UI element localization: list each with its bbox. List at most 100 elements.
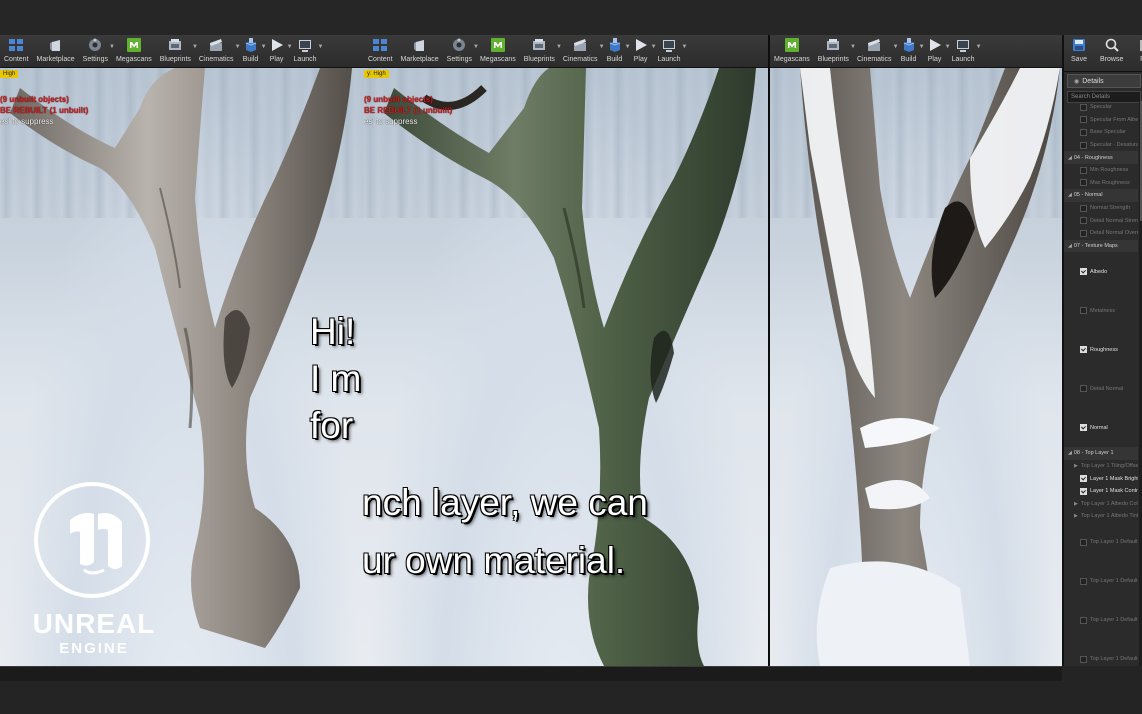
details-property[interactable]: Detail Normal Strength bbox=[1064, 214, 1138, 227]
details-property[interactable]: Specular bbox=[1064, 101, 1138, 114]
megascans-icon bbox=[783, 36, 801, 54]
override-checkbox[interactable] bbox=[1080, 268, 1087, 276]
override-checkbox[interactable] bbox=[1080, 475, 1087, 483]
content-button[interactable]: Content bbox=[364, 35, 397, 67]
details-category[interactable]: ◢ 07 - Texture Maps bbox=[1064, 239, 1138, 253]
details-category[interactable]: ◢ 05 - Normal bbox=[1064, 189, 1138, 202]
chevron-down-icon[interactable]: ▼ bbox=[976, 44, 982, 50]
details-property[interactable]: Detail Normal Override bbox=[1064, 227, 1138, 240]
play-button[interactable]: Play ▼ bbox=[628, 35, 657, 67]
details-property[interactable]: Top Layer 1 Default Normal bbox=[1064, 601, 1138, 640]
override-checkbox[interactable] bbox=[1080, 346, 1087, 354]
property-label: Layer 1 Mask Contrast bbox=[1090, 488, 1138, 495]
level-viewport[interactable] bbox=[770, 68, 1064, 666]
marketplace-label: Marketplace bbox=[400, 56, 439, 63]
play-label: Play bbox=[633, 56, 648, 63]
details-subgroup[interactable]: ▶ Top Layer 1 Tiling/Offset bbox=[1064, 460, 1138, 473]
content-button[interactable]: Content bbox=[0, 35, 33, 67]
save-button[interactable]: Save bbox=[1064, 35, 1094, 67]
save-icon bbox=[1070, 36, 1088, 54]
override-checkbox[interactable] bbox=[1080, 538, 1087, 546]
override-checkbox[interactable] bbox=[1080, 616, 1087, 624]
cinematics-button[interactable]: Cinematics ▼ bbox=[853, 35, 899, 67]
details-property[interactable]: Normal bbox=[1064, 408, 1138, 447]
override-checkbox[interactable] bbox=[1080, 116, 1087, 124]
blueprints-button[interactable]: Blueprints ▼ bbox=[814, 35, 856, 67]
logo-text-unreal: UNREAL bbox=[32, 608, 156, 639]
details-subgroup[interactable]: ▶ Top Layer 1 Albedo Tint bbox=[1064, 510, 1138, 523]
details-property[interactable]: Layer 1 Mask Brightness bbox=[1064, 472, 1138, 485]
property-label: Detail Normal Strength bbox=[1090, 217, 1138, 224]
subtitle-left: Hi! I m for bbox=[310, 308, 361, 449]
chevron-down-icon[interactable]: ▼ bbox=[682, 44, 688, 50]
details-property[interactable]: Metalness bbox=[1064, 291, 1138, 330]
details-property[interactable]: Top Layer 1 Default Albedo bbox=[1064, 523, 1138, 562]
marketplace-button[interactable]: Marketplace bbox=[33, 35, 79, 67]
build-button[interactable]: Build ▼ bbox=[238, 35, 267, 67]
override-checkbox[interactable] bbox=[1080, 229, 1087, 237]
paste-button[interactable]: Pa bbox=[1129, 35, 1142, 67]
details-property[interactable]: Normal Strength bbox=[1064, 202, 1138, 215]
play-button[interactable]: Play ▼ bbox=[264, 35, 293, 67]
megascans-button[interactable]: Megascans bbox=[476, 35, 520, 67]
override-checkbox[interactable] bbox=[1080, 166, 1087, 174]
details-property[interactable]: Min Roughness bbox=[1064, 164, 1138, 177]
override-checkbox[interactable] bbox=[1080, 128, 1087, 136]
launch-button[interactable]: Launch ▼ bbox=[654, 35, 688, 67]
collapse-arrow-icon: ▶ bbox=[1074, 500, 1078, 507]
cinematics-label: Cinematics bbox=[198, 56, 234, 63]
paste-icon bbox=[1135, 36, 1142, 54]
details-property[interactable]: Albedo bbox=[1064, 252, 1138, 291]
launch-button[interactable]: Launch ▼ bbox=[948, 35, 982, 67]
details-property[interactable]: Roughness bbox=[1064, 330, 1138, 369]
override-checkbox[interactable] bbox=[1080, 141, 1087, 149]
details-property[interactable]: Top Layer 1 Default Mask bbox=[1064, 562, 1138, 601]
cinematics-button[interactable]: Cinematics ▼ bbox=[195, 35, 241, 67]
marketplace-label: Marketplace bbox=[36, 56, 75, 63]
play-button[interactable]: Play ▼ bbox=[922, 35, 951, 67]
blueprints-button[interactable]: Blueprints ▼ bbox=[156, 35, 198, 67]
viewport-panel-right: Megascans Blueprints ▼ Cinematics ▼ Build ▼ Pla… bbox=[768, 35, 1064, 666]
expand-arrow-icon: ◢ bbox=[1068, 192, 1072, 199]
override-checkbox[interactable] bbox=[1080, 655, 1087, 663]
cinematics-icon bbox=[207, 36, 225, 54]
details-property[interactable]: Layer 1 Mask Contrast bbox=[1064, 485, 1138, 498]
blueprints-label: Blueprints bbox=[817, 56, 849, 63]
build-button[interactable]: Build ▼ bbox=[896, 35, 925, 67]
chevron-down-icon[interactable]: ▼ bbox=[318, 44, 324, 50]
megascans-button[interactable]: Megascans bbox=[112, 35, 156, 67]
details-property[interactable]: Specular From Albedo bbox=[1064, 114, 1138, 127]
blueprints-button[interactable]: Blueprints ▼ bbox=[520, 35, 562, 67]
settings-button[interactable]: Settings ▼ bbox=[79, 35, 115, 67]
details-property[interactable]: Max Roughness bbox=[1064, 177, 1138, 190]
override-checkbox[interactable] bbox=[1080, 217, 1087, 225]
override-checkbox[interactable] bbox=[1080, 385, 1087, 393]
override-checkbox[interactable] bbox=[1080, 179, 1087, 187]
override-checkbox[interactable] bbox=[1080, 204, 1087, 212]
details-category[interactable]: ◢ 08 - Top Layer 1 bbox=[1064, 447, 1138, 460]
marketplace-button[interactable]: Marketplace bbox=[397, 35, 443, 67]
play-icon bbox=[926, 36, 944, 54]
override-checkbox[interactable] bbox=[1080, 424, 1087, 432]
details-subgroup[interactable]: ▶ Top Layer 1 Albedo Color bbox=[1064, 498, 1138, 511]
build-button[interactable]: Build ▼ bbox=[602, 35, 631, 67]
override-checkbox[interactable] bbox=[1080, 307, 1087, 315]
cinematics-button[interactable]: Cinematics ▼ bbox=[559, 35, 605, 67]
override-checkbox[interactable] bbox=[1080, 103, 1087, 111]
property-label: Metalness bbox=[1090, 307, 1116, 314]
property-label: Detail Normal bbox=[1090, 385, 1124, 392]
details-property[interactable]: Specular - Desaturation bbox=[1064, 139, 1138, 152]
details-property[interactable]: Detail Normal bbox=[1064, 369, 1138, 408]
browse-button[interactable]: Browse bbox=[1094, 35, 1129, 67]
content-label: Content bbox=[368, 56, 393, 63]
details-category[interactable]: ◢ 04 - Roughness bbox=[1064, 151, 1138, 164]
property-label: Normal bbox=[1090, 424, 1108, 431]
launch-button[interactable]: Launch ▼ bbox=[290, 35, 324, 67]
override-checkbox[interactable] bbox=[1080, 487, 1087, 495]
details-property[interactable]: Base Specular bbox=[1064, 126, 1138, 139]
settings-button[interactable]: Settings ▼ bbox=[443, 35, 479, 67]
tab-details[interactable]: ◉ Details bbox=[1067, 74, 1141, 88]
override-checkbox[interactable] bbox=[1080, 577, 1087, 585]
blueprints-icon bbox=[824, 36, 842, 54]
megascans-button[interactable]: Megascans bbox=[770, 35, 814, 67]
